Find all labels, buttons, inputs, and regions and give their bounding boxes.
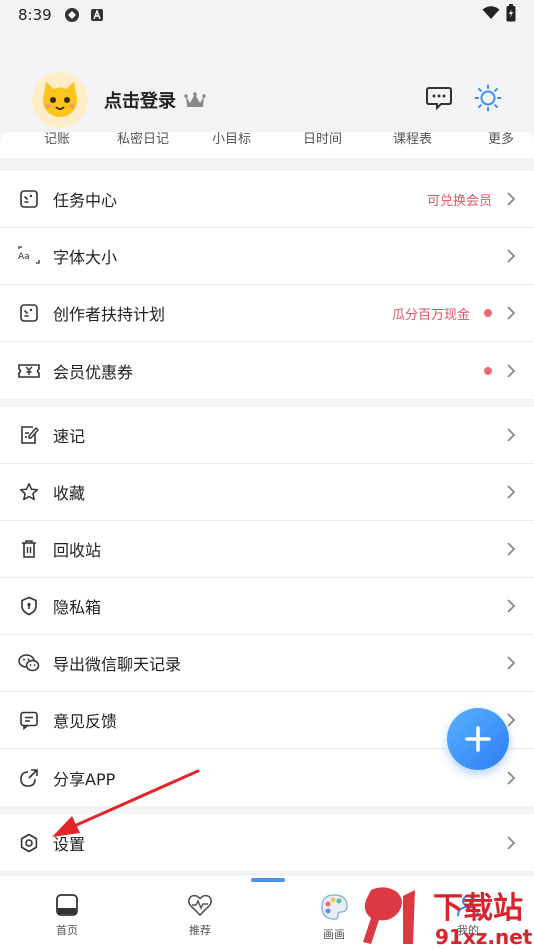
shield-icon xyxy=(18,595,40,617)
notification-dot xyxy=(484,309,492,317)
menu-item-label: 回收站 xyxy=(53,541,102,560)
star-icon xyxy=(18,481,40,503)
shortcut-item[interactable]: 更多 xyxy=(488,132,514,147)
menu-item-label: 任务中心 xyxy=(53,191,118,210)
battery-icon xyxy=(506,4,516,26)
menu-item-label: 创作者扶持计划 xyxy=(53,305,166,324)
wifi-icon xyxy=(482,6,500,24)
creator-icon xyxy=(18,302,40,324)
crown-icon xyxy=(184,91,206,109)
login-text[interactable]: 点击登录 xyxy=(104,87,176,113)
menu-item-task-center[interactable]: 任务中心 可兑换会员 xyxy=(0,171,534,228)
watermark-logo: 下载站 91xz.net xyxy=(363,887,533,949)
coupon-icon xyxy=(18,360,40,382)
app-status-icon xyxy=(64,7,80,23)
shortcut-item[interactable]: 课程表 xyxy=(393,132,432,147)
shortcut-item[interactable]: 私密日记 xyxy=(117,132,169,147)
shortcut-item[interactable]: 日时间 xyxy=(303,132,342,147)
nav-label: 推荐 xyxy=(189,924,211,937)
chevron-right-icon xyxy=(506,655,516,671)
chevron-right-icon xyxy=(506,305,516,321)
chevron-right-icon xyxy=(506,363,516,379)
chevron-right-icon xyxy=(506,248,516,264)
status-time: 8:39 xyxy=(18,6,52,24)
menu-item-label: 导出微信聊天记录 xyxy=(53,655,182,674)
menu-item-export-wechat[interactable]: 导出微信聊天记录 xyxy=(0,635,534,692)
watermark-sub-text: 91xz.net xyxy=(435,925,533,949)
menu-group-settings: 设置 xyxy=(0,814,534,871)
chevron-right-icon xyxy=(506,484,516,500)
nav-draw[interactable]: 画画 xyxy=(294,892,374,942)
add-fab-button[interactable] xyxy=(447,708,509,770)
menu-group-features: 任务中心 可兑换会员 Aa 字体大小 创作者扶持计划 瓜分百万现金 会员优惠券 xyxy=(0,171,534,399)
theme-sun-icon[interactable] xyxy=(474,84,502,116)
profile-header: 点击登录 xyxy=(0,58,534,142)
nav-recommend[interactable]: 推荐 xyxy=(160,892,240,938)
notification-dot xyxy=(484,366,492,375)
chevron-right-icon xyxy=(506,770,516,786)
chevron-right-icon xyxy=(506,835,516,851)
menu-item-label: 收藏 xyxy=(53,484,86,503)
quick-shortcut-strip: 记账 私密日记 小目标 日时间 课程表 更多 xyxy=(0,132,534,158)
svg-text:Aa: Aa xyxy=(18,252,30,262)
chevron-right-icon xyxy=(506,427,516,443)
menu-item-favorites[interactable]: 收藏 xyxy=(0,464,534,521)
menu-item-note: 瓜分百万现金 xyxy=(391,307,470,323)
palette-icon xyxy=(321,894,348,920)
feedback-icon xyxy=(18,709,40,731)
menu-item-label: 意见反馈 xyxy=(53,712,118,731)
menu-item-font-size[interactable]: Aa 字体大小 xyxy=(0,228,534,285)
menu-item-label: 分享APP xyxy=(53,769,116,789)
menu-item-label: 字体大小 xyxy=(53,248,118,267)
trash-icon xyxy=(18,538,40,560)
task-icon xyxy=(18,188,40,210)
chevron-right-icon xyxy=(506,712,516,728)
message-icon[interactable] xyxy=(426,86,452,114)
chevron-right-icon xyxy=(506,598,516,614)
menu-item-label: 隐私箱 xyxy=(53,598,102,617)
menu-item-recycle-bin[interactable]: 回收站 xyxy=(0,521,534,578)
chevron-right-icon xyxy=(506,191,516,207)
quick-note-icon xyxy=(18,424,40,446)
nav-home[interactable]: 首页 xyxy=(27,892,107,938)
gear-icon xyxy=(18,832,40,854)
menu-item-label: 速记 xyxy=(53,427,86,446)
menu-item-note: 可兑换会员 xyxy=(426,193,492,209)
avatar[interactable] xyxy=(32,72,88,128)
shortcut-item[interactable]: 小目标 xyxy=(212,132,251,147)
a-status-icon xyxy=(90,8,104,22)
shortcut-item[interactable]: 记账 xyxy=(44,132,70,147)
status-bar: 8:39 xyxy=(0,0,534,30)
heart-pulse-icon xyxy=(187,894,213,917)
menu-item-settings[interactable]: 设置 xyxy=(0,814,534,871)
watermark-main-text: 下载站 xyxy=(433,891,523,926)
chevron-right-icon xyxy=(506,541,516,557)
font-size-icon: Aa xyxy=(18,245,40,267)
menu-item-quick-note[interactable]: 速记 xyxy=(0,407,534,464)
menu-item-label: 会员优惠券 xyxy=(53,362,134,382)
wechat-icon xyxy=(18,652,40,674)
drag-handle xyxy=(251,878,285,882)
menu-item-private-box[interactable]: 隐私箱 xyxy=(0,578,534,635)
nav-label: 首页 xyxy=(56,924,78,937)
plus-icon xyxy=(465,726,491,752)
menu-item-creator-program[interactable]: 创作者扶持计划 瓜分百万现金 xyxy=(0,285,534,342)
nav-label: 画画 xyxy=(323,928,345,941)
share-icon xyxy=(18,767,40,789)
menu-item-coupons[interactable]: 会员优惠券 xyxy=(0,342,534,399)
home-icon xyxy=(56,894,78,916)
menu-item-label: 设置 xyxy=(53,834,86,854)
